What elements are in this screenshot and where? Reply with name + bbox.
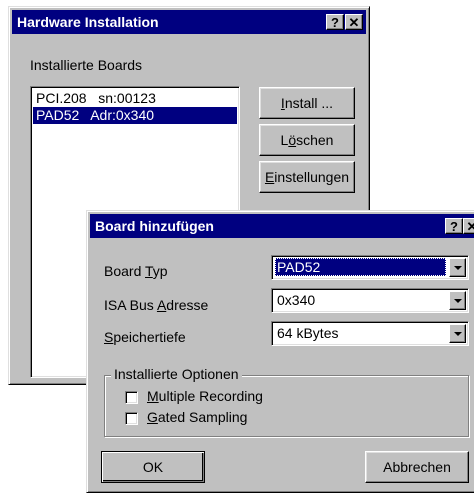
board-type-combo[interactable]: PAD52: [271, 255, 469, 280]
memory-depth-value: 64 kBytes: [277, 325, 339, 341]
memory-depth-combo[interactable]: 64 kBytes: [271, 321, 469, 346]
delete-label: Löschen: [280, 132, 334, 148]
chevron-down-icon[interactable]: [449, 291, 466, 310]
isa-address-label: ISA Bus Adresse: [104, 297, 209, 313]
dialog-help-button[interactable]: ?: [445, 218, 463, 234]
cancel-label: Abbrechen: [383, 459, 451, 475]
multiple-recording-label[interactable]: Multiple Recording: [147, 388, 263, 404]
isa-address-value: 0x340: [277, 292, 316, 308]
window-title: Hardware Installation: [17, 14, 159, 30]
board-type-label: Board Typ: [104, 263, 168, 279]
ok-button[interactable]: OK: [101, 451, 205, 483]
installed-boards-label: Installierte Boards: [30, 57, 143, 73]
installed-options-group: [104, 375, 469, 437]
dialog-close-button[interactable]: ✕: [463, 218, 474, 234]
installed-options-title: Installierte Optionen: [111, 366, 242, 382]
memory-depth-label: Speichertiefe: [104, 329, 186, 345]
install-label: Install ...: [280, 95, 334, 111]
board-type-value: PAD52: [275, 258, 446, 276]
list-item[interactable]: PCI.208 sn:00123: [33, 90, 237, 107]
list-item[interactable]: PAD52 Adr:0x340: [33, 107, 237, 124]
close-icon: ✕: [348, 15, 360, 30]
delete-button[interactable]: Löschen: [259, 124, 355, 156]
settings-button[interactable]: Einstellungen: [259, 161, 355, 193]
add-board-dialog: Board hinzufügen ? ✕ Board Typ PAD52 ISA…: [86, 210, 474, 493]
dialog-title: Board hinzufügen: [95, 218, 214, 234]
close-icon: ✕: [466, 219, 474, 234]
close-button[interactable]: ✕: [345, 14, 363, 30]
help-button[interactable]: ?: [326, 14, 344, 30]
gated-sampling-checkbox[interactable]: [125, 412, 138, 425]
multiple-recording-checkbox[interactable]: [125, 391, 138, 404]
title-bar[interactable]: Hardware Installation ? ✕: [12, 10, 366, 34]
ok-label: OK: [142, 459, 164, 475]
isa-address-combo[interactable]: 0x340: [271, 288, 469, 313]
question-icon: ?: [331, 15, 339, 30]
question-icon: ?: [450, 219, 458, 234]
settings-label: Einstellungen: [264, 169, 350, 185]
chevron-down-icon[interactable]: [449, 324, 466, 343]
chevron-down-icon[interactable]: [449, 258, 466, 277]
install-button[interactable]: Install ...: [259, 87, 355, 119]
gated-sampling-label[interactable]: Gated Sampling: [147, 409, 247, 425]
cancel-button[interactable]: Abbrechen: [365, 451, 469, 483]
dialog-title-bar[interactable]: Board hinzufügen ? ✕: [90, 214, 474, 238]
